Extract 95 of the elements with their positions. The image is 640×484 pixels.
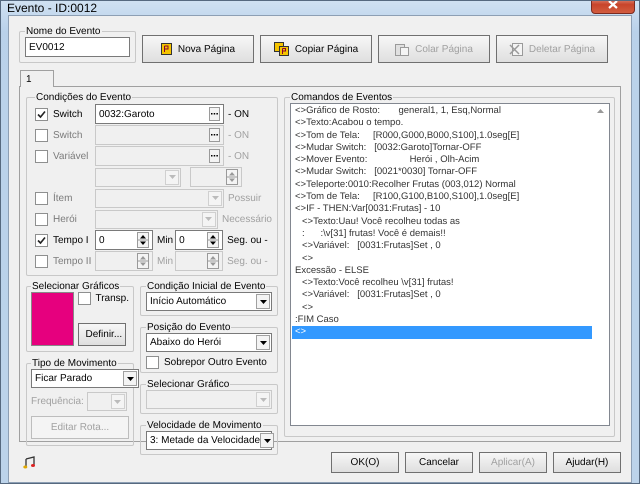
window-title: Evento - ID:0012 [7,1,98,15]
caret-icon [256,294,270,309]
caret-icon [208,190,222,206]
scroll-up-icon[interactable] [597,109,604,113]
seconds-label: Seg. ou - [227,234,268,246]
checkbox[interactable] [35,108,48,120]
group-title: Condições do Evento [35,92,132,103]
state-label: - ON [228,108,250,120]
condition-label: Tempo I [53,234,90,246]
caret-icon [256,392,270,407]
group-title: Velocidade de Movimento [146,420,263,431]
caret-icon [110,394,125,409]
state-label: - ON [228,130,250,140]
condition-label: Variável [53,150,90,162]
spinner-icon[interactable] [137,232,149,248]
checkbox[interactable] [35,192,48,204]
checkbox[interactable] [146,356,159,369]
trigger-dropdown[interactable]: Início Automático [146,292,272,311]
command-line[interactable]: <>Mudar Switch: [0032:Garoto]Tornar-OFF [292,142,592,154]
group-title: Tipo de Movimento [31,358,118,369]
command-line[interactable]: <>Texto:Acabou o tempo. [292,117,592,130]
switch-field[interactable] [95,125,224,145]
delete-icon [508,42,523,56]
browse-button[interactable] [209,149,220,163]
condition-label: Switch [53,130,84,140]
seconds-label: Seg. ou - [227,256,268,266]
checkbox[interactable] [35,128,48,142]
condition-label: Ítem [53,192,74,204]
command-line[interactable]: <>Tom de Tela: [R100,G100,B100,S100],1.0seg[E] [292,191,592,204]
copy-icon [274,42,289,56]
condition-label: Switch [53,108,84,120]
command-line[interactable]: :FIM Caso [292,314,592,326]
frequency-label: Frequência: [31,396,84,407]
switch-field[interactable] [95,146,224,166]
sprite-preview [31,292,74,346]
spinner-icon[interactable] [207,232,220,248]
command-line[interactable]: <>Mover Evento: Herói , Olh-Acim [292,154,592,166]
dialog-button[interactable]: Ajudar(H) [553,452,621,472]
page-button[interactable]: Nova Página [142,35,254,63]
browse-button[interactable] [209,128,220,142]
checkbox[interactable] [35,212,48,226]
group-title: Selecionar Gráfico [146,379,230,390]
command-line[interactable]: <>Variável: [0031:Frutas]Set , 0 [292,240,592,253]
define-button[interactable]: Definir... [78,323,126,346]
condition-label: Herói [53,214,78,224]
condition-hint: Necessário [222,214,272,224]
checkbox-label: Transp. [95,293,129,304]
switch-field[interactable]: 0032:Garoto [95,104,224,124]
page-icon [160,43,172,55]
page-button[interactable]: Copiar Página [260,35,372,63]
command-line[interactable]: <>Tom de Tela: [R000,G000,B000,S100],1.0seg[E] [292,130,592,142]
group-title: Selecionar Gráficos [31,281,120,292]
checkbox-label: Sobrepor Outro Evento [164,357,267,368]
command-line[interactable]: <>Variável: [0031:Frutas]Set , 0 [292,289,592,302]
minutes-field[interactable]: 0 [95,230,153,250]
group-title: Condição Inicial de Evento [146,281,266,292]
group-title: Comandos de Eventos [290,92,394,103]
minutes-label: Min [157,256,174,266]
group-title: Nome do Evento [25,26,102,37]
command-line[interactable]: <>Gráfico de Rosto: general1, 1, Esq,Normal [292,105,592,118]
close-icon [608,1,618,8]
command-line[interactable]: <>Texto:Uau! Você recolheu todas as [292,216,592,228]
page-tab[interactable]: 1 [20,70,54,87]
checkbox[interactable] [35,254,48,268]
position-dropdown[interactable]: Abaixo do Herói [146,333,272,352]
dialog-button[interactable]: OK(O) [331,452,399,472]
command-line[interactable]: <>IF - THEN:Var[0031:Frutas] - 10 [292,203,592,216]
checkbox[interactable] [35,234,48,246]
command-line[interactable]: : :\v[31] frutas! Você é demais!! [292,228,592,240]
checkbox[interactable] [78,292,92,305]
speed-dropdown[interactable]: 3: Metade da Velocidade [146,431,272,450]
caret-icon [165,170,179,184]
caret-icon [202,212,216,226]
minutes-label: Min [157,234,174,246]
condition-hint: Possuir [228,192,262,204]
command-line[interactable]: <>Mudar Switch: [0021*0030] Tornar-OFF [292,166,592,179]
command-line[interactable]: <>Texto:Você recolheu \v[31] frutas! [292,277,592,290]
name-field[interactable]: EV0012 [25,37,130,57]
group-title: Posição do Evento [146,322,232,333]
caret-icon [123,371,137,386]
paste-icon [395,42,410,56]
condition-label: Tempo II [53,256,92,266]
seconds-field[interactable] [175,251,224,271]
dialog-button[interactable]: Cancelar [405,452,473,472]
checkbox[interactable] [35,150,48,162]
minutes-field[interactable] [95,251,153,271]
browse-button[interactable] [209,107,220,121]
seconds-field[interactable]: 0 [175,230,224,250]
command-line[interactable]: Excessão - ELSE [292,264,592,278]
state-label: - ON [228,150,250,162]
command-line[interactable]: <> [292,252,592,265]
command-line[interactable]: <>Teleporte:0010:Recolher Frutas (003,012) Normal [292,178,592,192]
command-line[interactable]: <> [292,302,592,314]
music-icon[interactable] [23,456,36,468]
caret-icon [256,335,270,350]
